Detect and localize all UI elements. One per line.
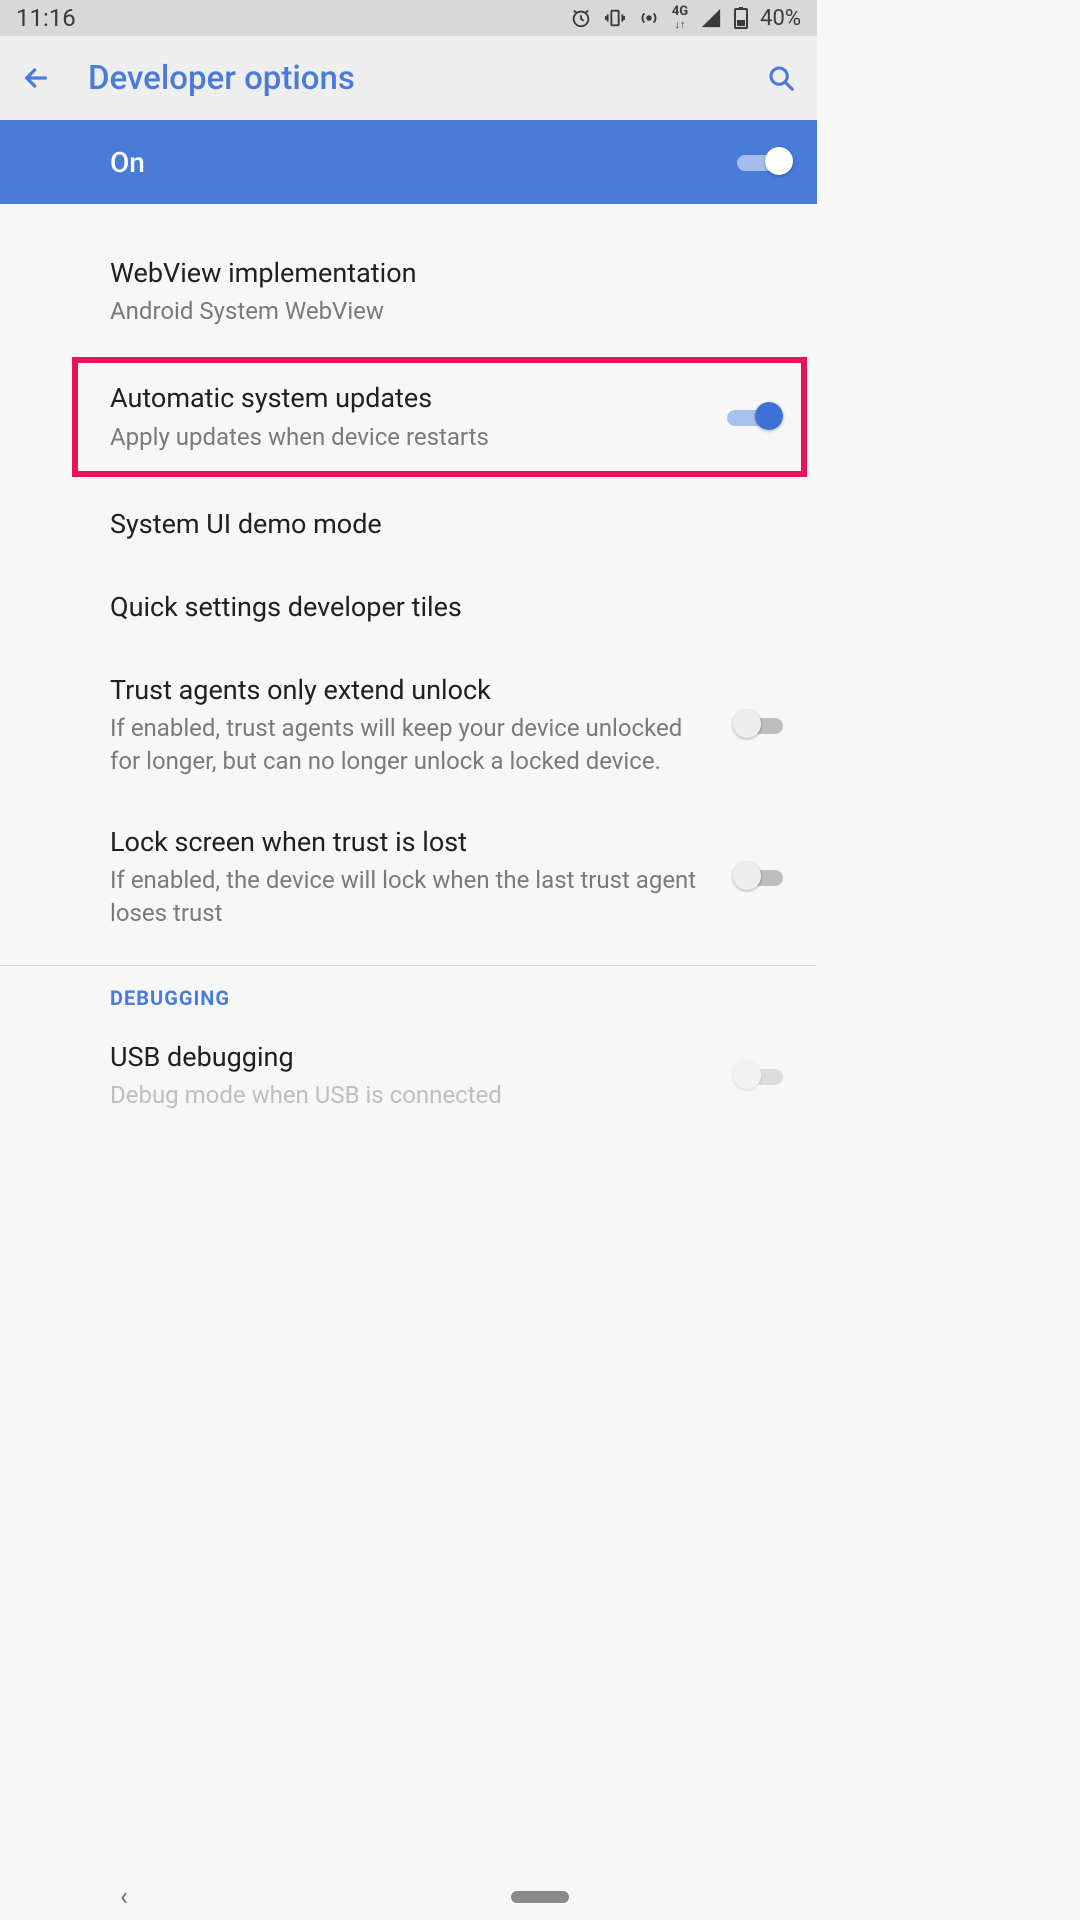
battery-icon bbox=[734, 7, 748, 29]
master-toggle-switch[interactable] bbox=[737, 147, 789, 177]
search-button[interactable] bbox=[753, 50, 809, 106]
setting-trust-agents-extend-unlock[interactable]: Trust agents only extend unlock If enabl… bbox=[0, 649, 817, 801]
master-toggle-label: On bbox=[110, 146, 145, 179]
status-time: 11:16 bbox=[16, 4, 76, 32]
nav-home-pill[interactable] bbox=[511, 1891, 569, 1903]
setting-title: Quick settings developer tiles bbox=[110, 590, 769, 625]
setting-subtitle: Debug mode when USB is connected bbox=[110, 1079, 717, 1111]
master-toggle-row[interactable]: On bbox=[0, 120, 817, 204]
setting-title: USB debugging bbox=[110, 1040, 717, 1075]
setting-subtitle: If enabled, trust agents will keep your … bbox=[110, 712, 717, 777]
battery-percent: 40% bbox=[760, 6, 801, 31]
auto-updates-switch[interactable] bbox=[727, 402, 779, 432]
setting-subtitle: If enabled, the device will lock when th… bbox=[110, 864, 717, 929]
setting-automatic-system-updates[interactable]: Automatic system updates Apply updates w… bbox=[72, 357, 807, 476]
hotspot-icon bbox=[638, 7, 660, 29]
signal-icon bbox=[700, 7, 722, 29]
arrow-left-icon bbox=[20, 62, 52, 94]
navigation-bar: ‹ bbox=[0, 1874, 1080, 1920]
setting-webview-implementation[interactable]: WebView implementation Android System We… bbox=[0, 232, 817, 351]
setting-title: Automatic system updates bbox=[110, 381, 707, 416]
settings-list: WebView implementation Android System We… bbox=[0, 204, 817, 1117]
back-button[interactable] bbox=[8, 50, 64, 106]
section-header-debugging: DEBUGGING bbox=[0, 966, 817, 1016]
search-icon bbox=[766, 63, 796, 93]
setting-usb-debugging[interactable]: USB debugging Debug mode when USB is con… bbox=[0, 1016, 817, 1117]
app-bar: Developer options bbox=[0, 36, 817, 120]
status-bar: 11:16 4G↓↑ 40% bbox=[0, 0, 817, 36]
network-4g-icon: 4G↓↑ bbox=[672, 5, 688, 31]
nav-back-icon[interactable]: ‹ bbox=[120, 1882, 128, 1912]
alarm-icon bbox=[570, 7, 592, 29]
status-icons: 4G↓↑ 40% bbox=[570, 5, 801, 31]
vibrate-icon bbox=[604, 7, 626, 29]
lock-screen-trust-switch[interactable] bbox=[737, 862, 789, 892]
page-title: Developer options bbox=[88, 59, 753, 98]
setting-title: WebView implementation bbox=[110, 256, 769, 291]
setting-title: System UI demo mode bbox=[110, 507, 769, 542]
setting-subtitle: Apply updates when device restarts bbox=[110, 421, 707, 453]
setting-title: Lock screen when trust is lost bbox=[110, 825, 717, 860]
setting-subtitle: Android System WebView bbox=[110, 295, 769, 327]
setting-lock-screen-when-trust-lost[interactable]: Lock screen when trust is lost If enable… bbox=[0, 801, 817, 953]
setting-title: Trust agents only extend unlock bbox=[110, 673, 717, 708]
usb-debugging-switch[interactable] bbox=[737, 1061, 789, 1091]
trust-agents-switch[interactable] bbox=[737, 710, 789, 740]
setting-system-ui-demo-mode[interactable]: System UI demo mode bbox=[0, 483, 817, 566]
setting-quick-settings-tiles[interactable]: Quick settings developer tiles bbox=[0, 566, 817, 649]
